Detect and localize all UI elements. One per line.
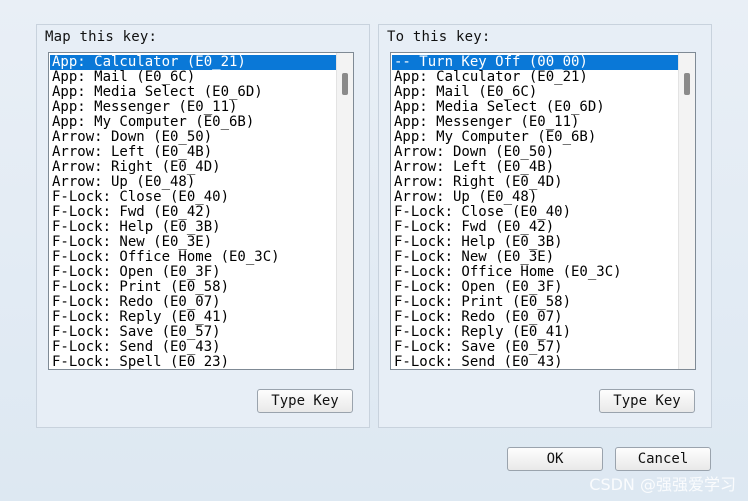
list-item[interactable]: F-Lock: Send (E0_43) (50, 340, 336, 355)
list-item[interactable]: -- Turn Key Off (00_00) (392, 55, 678, 70)
list-item[interactable]: F-Lock: Reply (E0_41) (392, 325, 678, 340)
to-this-key-items: -- Turn Key Off (00_00) App: Calculator (… (392, 55, 678, 369)
list-item[interactable]: F-Lock: Send (E0_43) (392, 355, 678, 370)
list-item[interactable]: F-Lock: Spell (E0_23) (50, 355, 336, 370)
list-item[interactable]: F-Lock: Redo (E0_07) (392, 310, 678, 325)
list-item[interactable]: App: Mail (E0_6C) (392, 85, 678, 100)
map-this-key-panel: Map this key: App: Calculator (E0_21) App… (36, 24, 370, 428)
list-item[interactable]: Arrow: Up (E0_48) (50, 175, 336, 190)
map-this-key-listbox[interactable]: App: Calculator (E0_21) App: Mail (E0_6C)… (48, 52, 354, 370)
to-this-key-panel: To this key: -- Turn Key Off (00_00) App:… (378, 24, 712, 428)
scrollbar-thumb[interactable] (342, 73, 348, 95)
list-item[interactable]: F-Lock: Help (E0_3B) (392, 235, 678, 250)
list-item[interactable]: App: My Computer (E0_6B) (392, 130, 678, 145)
list-item[interactable]: Arrow: Left (E0_4B) (392, 160, 678, 175)
list-item[interactable]: App: Messenger (E0_11) (392, 115, 678, 130)
list-item[interactable]: Arrow: Right (E0_4D) (392, 175, 678, 190)
list-item[interactable]: Arrow: Left (E0_4B) (50, 145, 336, 160)
to-this-key-scrollbar[interactable] (678, 53, 695, 369)
watermark: CSDN @强强爱学习 (589, 475, 736, 494)
list-item[interactable]: App: Media Select (E0_6D) (392, 100, 678, 115)
list-item[interactable]: F-Lock: Open (E0_3F) (392, 280, 678, 295)
map-this-key-items: App: Calculator (E0_21) App: Mail (E0_6C)… (50, 55, 336, 369)
list-item[interactable]: F-Lock: Print (E0_58) (392, 295, 678, 310)
scrollbar-thumb[interactable] (684, 73, 690, 95)
list-item[interactable]: Arrow: Right (E0_4D) (50, 160, 336, 175)
list-item[interactable]: F-Lock: Redo (E0_07) (50, 295, 336, 310)
list-item[interactable]: F-Lock: Save (E0_57) (392, 340, 678, 355)
list-item[interactable]: F-Lock: Save (E0_57) (50, 325, 336, 340)
list-item[interactable]: F-Lock: Reply (E0_41) (50, 310, 336, 325)
remap-key-dialog: Map this key: App: Calculator (E0_21) App… (0, 0, 748, 501)
map-this-key-label: Map this key: (45, 29, 158, 45)
type-key-button-right[interactable]: Type Key (599, 389, 695, 413)
list-item[interactable]: F-Lock: Close (E0_40) (392, 205, 678, 220)
list-item[interactable]: Arrow: Down (E0_50) (392, 145, 678, 160)
list-item[interactable]: F-Lock: Open (E0_3F) (50, 265, 336, 280)
ok-button[interactable]: OK (507, 447, 603, 471)
list-item[interactable]: Arrow: Up (E0_48) (392, 190, 678, 205)
list-item[interactable]: F-Lock: Fwd (E0_42) (50, 205, 336, 220)
type-key-button-left[interactable]: Type Key (257, 389, 353, 413)
list-item[interactable]: F-Lock: Help (E0_3B) (50, 220, 336, 235)
list-item[interactable]: F-Lock: Close (E0_40) (50, 190, 336, 205)
list-item[interactable]: App: Media Select (E0_6D) (50, 85, 336, 100)
list-item[interactable]: F-Lock: Office Home (E0_3C) (392, 265, 678, 280)
list-item[interactable]: F-Lock: Print (E0_58) (50, 280, 336, 295)
list-item[interactable]: App: Calculator (E0_21) (50, 55, 336, 70)
list-item[interactable]: F-Lock: New (E0_3E) (392, 250, 678, 265)
to-this-key-label: To this key: (387, 29, 491, 45)
list-item[interactable]: F-Lock: Fwd (E0_42) (392, 220, 678, 235)
map-this-key-scrollbar[interactable] (336, 53, 353, 369)
list-item[interactable]: F-Lock: New (E0_3E) (50, 235, 336, 250)
list-item[interactable]: F-Lock: Office Home (E0_3C) (50, 250, 336, 265)
list-item[interactable]: App: Calculator (E0_21) (392, 70, 678, 85)
list-item[interactable]: App: Messenger (E0_11) (50, 100, 336, 115)
list-item[interactable]: App: Mail (E0_6C) (50, 70, 336, 85)
to-this-key-listbox[interactable]: -- Turn Key Off (00_00) App: Calculator (… (390, 52, 696, 370)
list-item[interactable]: Arrow: Down (E0_50) (50, 130, 336, 145)
cancel-button[interactable]: Cancel (615, 447, 711, 471)
list-item[interactable]: App: My Computer (E0_6B) (50, 115, 336, 130)
